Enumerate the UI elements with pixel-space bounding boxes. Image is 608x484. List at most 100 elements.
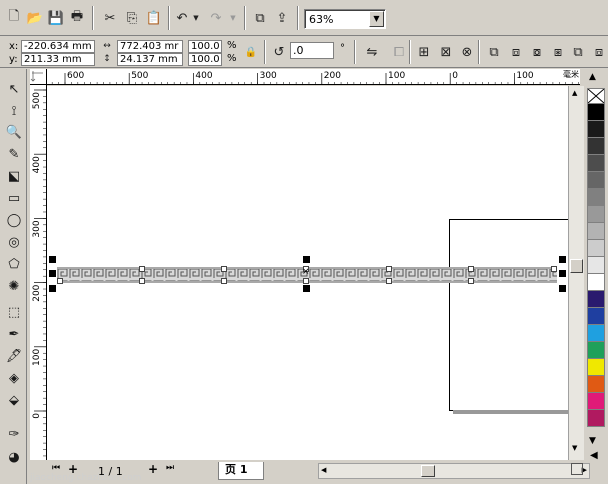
center-marker-icon[interactable]: × xyxy=(302,267,310,277)
node-marker[interactable] xyxy=(221,278,227,284)
smart-fill-tool-icon[interactable]: ⬕ xyxy=(4,166,24,186)
y-position-field[interactable]: 211.33 mm xyxy=(21,53,95,66)
open-folder-icon[interactable]: 📂 xyxy=(25,8,45,28)
interactive-tool-icon[interactable]: ⬚ xyxy=(4,302,24,322)
simplify-icon[interactable]: ⧆ xyxy=(548,42,568,62)
x-position-field[interactable]: -220.634 mm xyxy=(21,40,95,53)
vertical-scrollbar[interactable]: ▲ ▼ xyxy=(568,86,584,460)
color-swatch[interactable] xyxy=(587,189,605,206)
palette-scroll-up-icon[interactable]: ▲ xyxy=(589,72,596,82)
object-width-field[interactable]: 772.403 mr xyxy=(117,40,183,53)
front-minus-back-icon[interactable]: ⧉ xyxy=(568,42,588,62)
pick-tool-icon[interactable]: ↖ xyxy=(4,79,24,99)
undo-dropdown-icon[interactable]: ▼ xyxy=(191,8,201,28)
color-swatch[interactable] xyxy=(587,325,605,342)
palette-scroll-down-icon[interactable]: ▼ xyxy=(589,436,596,446)
color-swatch[interactable] xyxy=(587,206,605,223)
spiral-tool-icon[interactable]: ◎ xyxy=(4,232,24,252)
color-swatch[interactable] xyxy=(587,240,605,257)
color-wheel-icon[interactable]: ◕ xyxy=(4,447,24,467)
node-marker[interactable] xyxy=(468,278,474,284)
ungroup-all-icon[interactable]: ⊗ xyxy=(457,42,477,62)
paste-icon[interactable]: 📋 xyxy=(144,8,164,28)
rectangle-tool-icon[interactable]: ▭ xyxy=(4,188,24,208)
group-icon[interactable]: ⊞ xyxy=(414,42,434,62)
color-swatch[interactable] xyxy=(587,121,605,138)
scale-y-field[interactable]: 100.0 xyxy=(188,53,222,66)
color-swatch[interactable] xyxy=(587,155,605,172)
node-marker[interactable] xyxy=(139,278,145,284)
selection-handle[interactable] xyxy=(303,285,310,292)
mirror-icon[interactable]: ⇋ xyxy=(362,42,382,62)
object-height-field[interactable]: 24.137 mm xyxy=(117,53,183,66)
new-document-icon[interactable]: 🗋 xyxy=(4,8,24,28)
node-marker[interactable] xyxy=(221,266,227,272)
pen-nib-icon[interactable]: ✑ xyxy=(4,424,24,444)
node-marker[interactable] xyxy=(386,278,392,284)
freehand-tool-icon[interactable]: ✎ xyxy=(4,144,24,164)
selection-handle[interactable] xyxy=(559,285,566,292)
node-marker[interactable] xyxy=(57,278,63,284)
vertical-scroll-thumb[interactable] xyxy=(570,259,583,273)
ruler-origin-corner[interactable] xyxy=(30,69,47,85)
last-page-icon[interactable]: ⏭ xyxy=(166,463,174,473)
node-marker[interactable] xyxy=(303,278,309,284)
color-swatch[interactable] xyxy=(587,376,605,393)
node-marker[interactable] xyxy=(386,266,392,272)
color-swatch[interactable] xyxy=(587,359,605,376)
outline-tool-icon[interactable]: 🖋 xyxy=(4,346,24,366)
selection-handle[interactable] xyxy=(559,270,566,277)
basic-shapes-tool-icon[interactable]: ⬠ xyxy=(4,254,24,274)
print-icon[interactable]: 🖶 xyxy=(67,8,87,28)
undo-icon[interactable]: ↶ xyxy=(172,8,192,28)
selection-handle[interactable] xyxy=(49,270,56,277)
scroll-left-icon[interactable]: ◀ xyxy=(321,466,326,474)
text-tool-icon[interactable]: ✺ xyxy=(4,276,24,296)
chevron-down-icon[interactable]: ▼ xyxy=(369,11,384,27)
zoom-level-select[interactable]: 63% ▼ xyxy=(304,9,386,29)
selection-handle[interactable] xyxy=(49,285,56,292)
scroll-up-icon[interactable]: ▲ xyxy=(572,89,577,97)
import-icon[interactable]: ⧉ xyxy=(250,8,270,28)
color-swatch[interactable] xyxy=(587,223,605,240)
eyedropper-tool-icon[interactable]: ✒ xyxy=(4,324,24,344)
vertical-ruler[interactable]: 500 400 300 200 100 0 xyxy=(30,85,47,460)
color-swatch[interactable] xyxy=(587,308,605,325)
drawing-canvas[interactable]: × xyxy=(47,86,568,460)
save-icon[interactable]: 💾 xyxy=(46,8,66,28)
interactive-fill-tool-icon[interactable]: ⬙ xyxy=(4,390,24,410)
color-swatch[interactable] xyxy=(587,342,605,359)
first-page-icon[interactable]: ⏮ xyxy=(52,463,60,473)
color-swatch[interactable] xyxy=(587,104,605,121)
add-page-after-icon[interactable]: + xyxy=(148,462,158,476)
horizontal-scrollbar[interactable]: ◀ ▶ xyxy=(318,463,590,479)
rotation-angle-field[interactable]: .0 xyxy=(290,42,334,59)
copy-icon[interactable]: ⎘ xyxy=(122,8,142,28)
color-swatch[interactable] xyxy=(587,172,605,189)
horizontal-ruler[interactable]: 600 500 400 300 200 100 0 100 毫米 xyxy=(47,69,580,85)
color-swatch[interactable] xyxy=(587,410,605,427)
trim-icon[interactable]: ⧈ xyxy=(506,42,526,62)
node-marker[interactable] xyxy=(468,266,474,272)
selection-handle[interactable] xyxy=(303,256,310,263)
color-swatch[interactable] xyxy=(587,257,605,274)
scroll-down-icon[interactable]: ▼ xyxy=(572,444,577,452)
color-swatch[interactable] xyxy=(587,291,605,308)
color-swatch[interactable] xyxy=(587,393,605,410)
zoom-tool-icon[interactable]: 🔍 xyxy=(4,122,24,142)
resize-grip-icon[interactable] xyxy=(571,463,583,475)
intersect-icon[interactable]: ⧇ xyxy=(527,42,547,62)
node-marker[interactable] xyxy=(139,266,145,272)
scale-x-field[interactable]: 100.0 xyxy=(188,40,222,53)
horizontal-scroll-thumb[interactable] xyxy=(421,465,435,477)
page-tab[interactable]: 页 1 xyxy=(218,462,264,480)
weld-icon[interactable]: ⧉ xyxy=(484,42,504,62)
shape-tool-icon[interactable]: ⟟ xyxy=(4,101,24,121)
color-swatch[interactable] xyxy=(587,138,605,155)
node-marker[interactable] xyxy=(551,266,557,272)
ellipse-tool-icon[interactable]: ◯ xyxy=(4,210,24,230)
cut-icon[interactable]: ✂ xyxy=(100,8,120,28)
export-icon[interactable]: ⇪ xyxy=(272,8,292,28)
selection-handle[interactable] xyxy=(49,256,56,263)
ungroup-icon[interactable]: ⊠ xyxy=(436,42,456,62)
